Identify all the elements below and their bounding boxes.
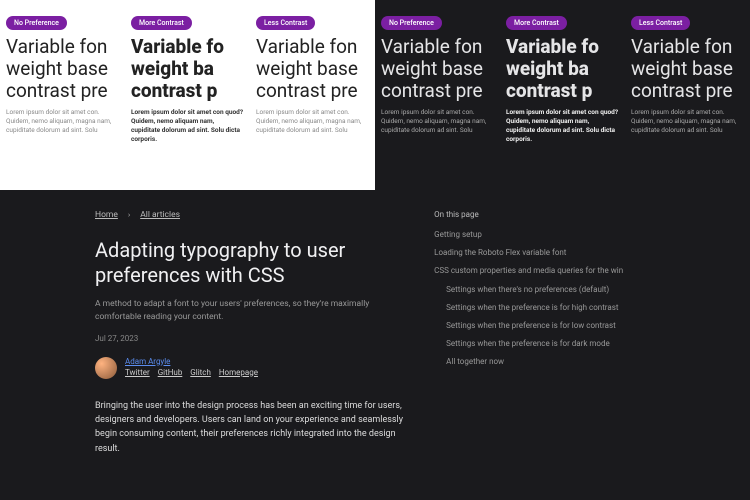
toc-item[interactable]: Settings when there's no preferences (de… — [434, 284, 655, 295]
demo-lorem: Lorem ipsum dolor sit amet con. Quidem, … — [381, 108, 494, 135]
demo-heading: Variable foweight bacontrast p — [506, 36, 619, 102]
author-link-glitch[interactable]: Glitch — [190, 368, 211, 377]
demo-heading: Variable fonweight basecontrast pre — [381, 36, 494, 102]
author-block: Adam Argyle Twitter GitHub Glitch Homepa… — [95, 357, 404, 379]
demo-lorem: Lorem ipsum dolor sit amet con. Quidem, … — [6, 108, 119, 135]
chevron-right-icon: › — [128, 211, 130, 219]
demo-heading: Variable foweight bacontrast p — [131, 36, 244, 102]
pill-more-contrast: More Contrast — [506, 16, 567, 30]
author-link-homepage[interactable]: Homepage — [219, 368, 258, 377]
toc-item[interactable]: Settings when the preference is for low … — [434, 320, 655, 331]
article-title: Adapting typography to user preferences … — [95, 238, 404, 288]
demo-lorem: Lorem ipsum dolor sit amet con. Quidem, … — [631, 108, 744, 135]
demo-lorem: Lorem ipsum dolor sit amet con quod? Qui… — [131, 108, 244, 144]
pill-no-preference: No Preference — [6, 16, 67, 30]
article-page: Home › All articles Adapting typography … — [0, 190, 750, 456]
toc-item[interactable]: CSS custom properties and media queries … — [434, 265, 655, 276]
article-main: Home › All articles Adapting typography … — [95, 210, 404, 456]
toc-title: On this page — [434, 210, 655, 219]
demo-col-light-no-pref: No Preference Variable fonweight basecon… — [0, 0, 125, 190]
pill-no-preference: No Preference — [381, 16, 442, 30]
demo-col-dark-no-pref: No Preference Variable fonweight basecon… — [375, 0, 500, 190]
demo-lorem: Lorem ipsum dolor sit amet con. Quidem, … — [256, 108, 369, 135]
toc-item[interactable]: Getting setup — [434, 229, 655, 240]
toc-item[interactable]: All together now — [434, 356, 655, 367]
article-body: Bringing the user into the design proces… — [95, 399, 404, 457]
demo-heading: Variable fonweight basecontrast pre — [631, 36, 744, 102]
breadcrumb-all-articles[interactable]: All articles — [140, 210, 180, 220]
pill-less-contrast: Less Contrast — [631, 16, 690, 30]
demo-heading: Variable fonweight basecontrast pre — [256, 36, 369, 102]
author-links: Twitter GitHub Glitch Homepage — [125, 368, 264, 377]
demo-col-light-more-contrast: More Contrast Variable foweight bacontra… — [125, 0, 250, 190]
author-info: Adam Argyle Twitter GitHub Glitch Homepa… — [125, 357, 264, 377]
toc-item[interactable]: Settings when the preference is for dark… — [434, 338, 655, 349]
table-of-contents: On this page Getting setup Loading the Ro… — [434, 210, 655, 456]
demo-col-dark-less-contrast: Less Contrast Variable fonweight basecon… — [625, 0, 750, 190]
toc-item[interactable]: Loading the Roboto Flex variable font — [434, 247, 655, 258]
demo-col-dark-more-contrast: More Contrast Variable foweight bacontra… — [500, 0, 625, 190]
demo-col-light-less-contrast: Less Contrast Variable fonweight basecon… — [250, 0, 375, 190]
article-subtitle: A method to adapt a font to your users' … — [95, 298, 404, 324]
avatar — [95, 357, 117, 379]
author-name[interactable]: Adam Argyle — [125, 357, 264, 366]
pill-more-contrast: More Contrast — [131, 16, 192, 30]
toc-item[interactable]: Settings when the preference is for high… — [434, 302, 655, 313]
author-link-github[interactable]: GitHub — [158, 368, 183, 377]
typography-demo-banner: No Preference Variable fonweight basecon… — [0, 0, 750, 190]
article-date: Jul 27, 2023 — [95, 334, 404, 343]
demo-heading: Variable fonweight basecontrast pre — [6, 36, 119, 102]
author-link-twitter[interactable]: Twitter — [125, 368, 150, 377]
breadcrumb-home[interactable]: Home — [95, 210, 118, 220]
breadcrumb: Home › All articles — [95, 210, 404, 220]
demo-lorem: Lorem ipsum dolor sit amet con quod? Qui… — [506, 108, 619, 144]
toc-list: Getting setup Loading the Roboto Flex var… — [434, 229, 655, 368]
pill-less-contrast: Less Contrast — [256, 16, 315, 30]
